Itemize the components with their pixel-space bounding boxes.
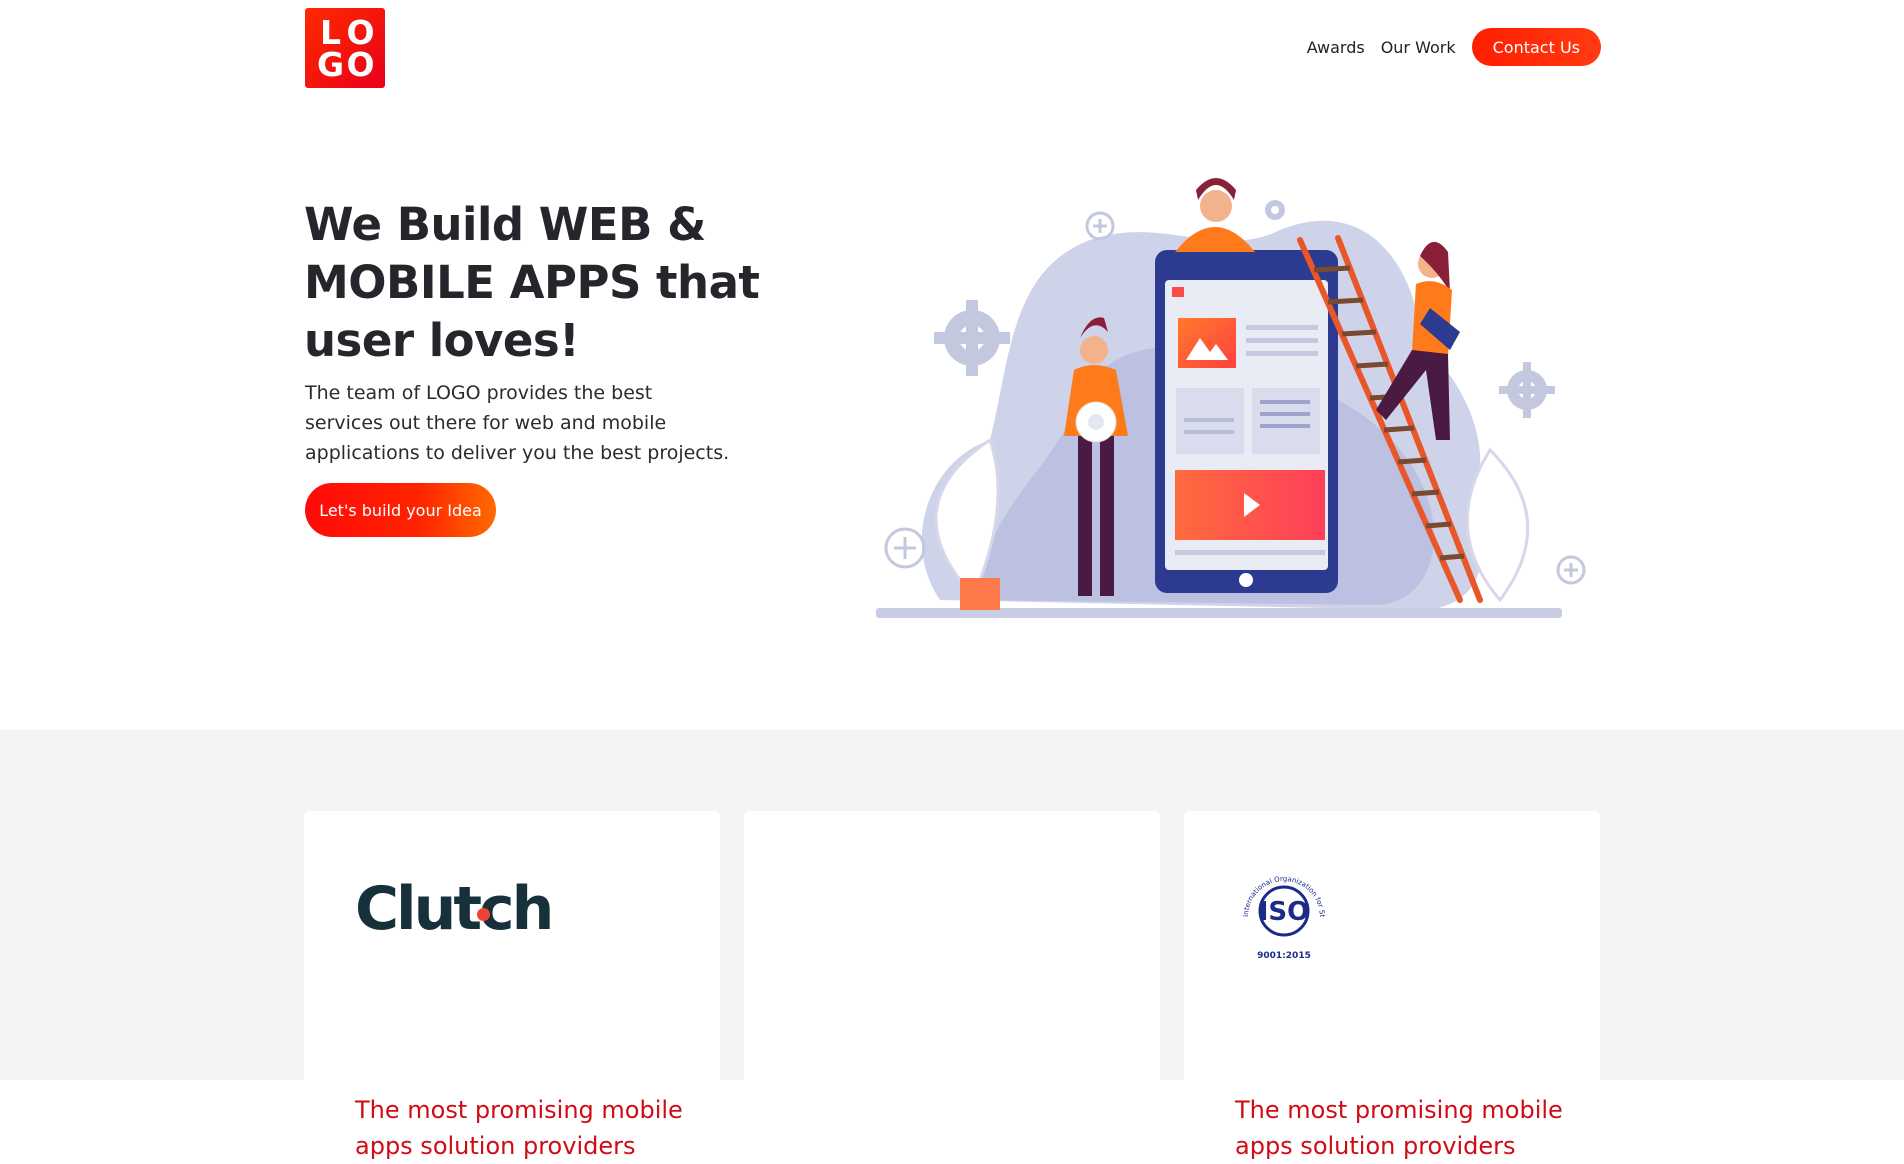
clutch-logo-dot bbox=[477, 908, 490, 921]
logo-letter-g: G bbox=[316, 44, 344, 84]
site-header: L O G O Awards Our Work Contact Us bbox=[0, 0, 1904, 100]
gear-icon bbox=[934, 300, 1010, 376]
hero-subtitle: The team of LOGO provides the best servi… bbox=[305, 382, 730, 464]
hero-illustration bbox=[876, 178, 1586, 618]
iso-logo-text: ISO bbox=[1259, 897, 1310, 927]
main-nav: Awards Our Work Contact Us bbox=[1307, 27, 1601, 67]
award-card-text: The most promising mobile apps solution … bbox=[355, 1096, 683, 1160]
awards-section: Clutch The most promising mobile apps so… bbox=[0, 730, 1904, 1160]
nav-link-our-work[interactable]: Our Work bbox=[1381, 38, 1456, 57]
award-card-clutch: Clutch The most promising mobile apps so… bbox=[304, 811, 720, 1160]
nav-link-awards[interactable]: Awards bbox=[1307, 38, 1365, 57]
logo-letter-l: L bbox=[319, 13, 341, 52]
brand-logo[interactable]: L O G O bbox=[305, 8, 385, 88]
hero-title: We Build WEB & MOBILE APPS that user lov… bbox=[304, 198, 760, 367]
clutch-logo: Clutch bbox=[355, 874, 554, 944]
logo-letter-o: O bbox=[346, 13, 374, 52]
build-idea-button[interactable]: Let's build your Idea bbox=[305, 483, 496, 537]
award-card-text: The most promising mobile apps solution … bbox=[1235, 1096, 1563, 1160]
award-card-empty bbox=[744, 811, 1160, 1111]
iso-logo: International Organization for Standardi… bbox=[1234, 861, 1326, 961]
logo-letter-o2: O bbox=[346, 44, 374, 84]
contact-us-button[interactable]: Contact Us bbox=[1471, 28, 1601, 66]
iso-number: 9001:2015 bbox=[1257, 951, 1311, 961]
award-card-iso: International Organization for Standardi… bbox=[1184, 811, 1600, 1160]
